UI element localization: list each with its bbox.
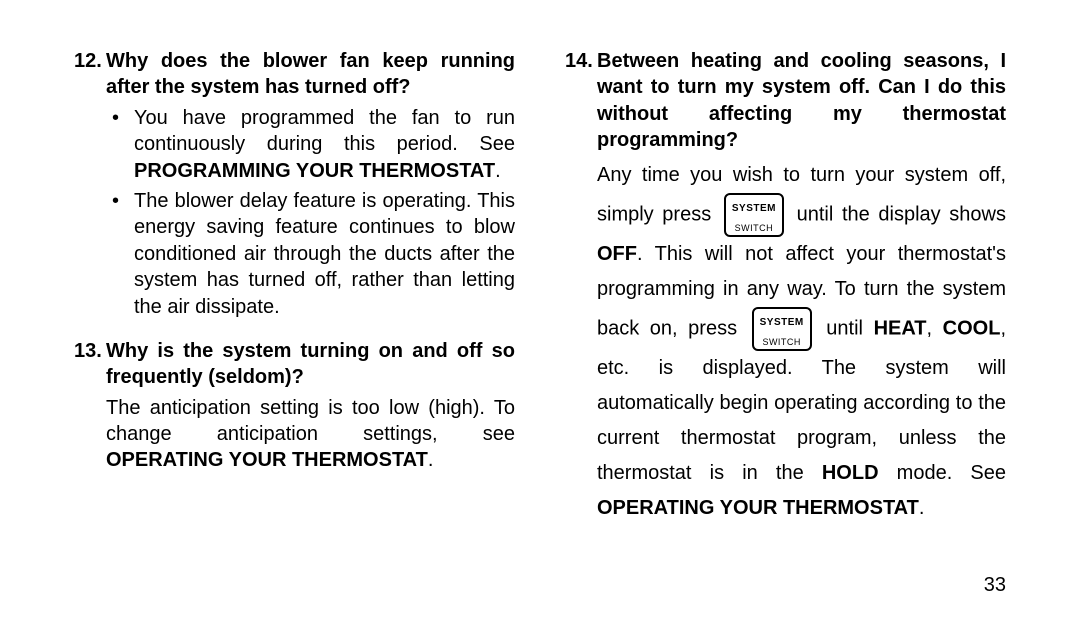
display-mode: HOLD: [822, 462, 879, 484]
answer-text: .: [919, 497, 925, 519]
answer-text: You have programmed the fan to run conti…: [134, 107, 515, 155]
list-item: The blower delay feature is operating. T…: [106, 188, 515, 320]
button-line2: SWITCH: [762, 337, 801, 347]
right-column: 14. Between heating and cooling seasons,…: [565, 48, 1006, 544]
reference-text: PROGRAMMING YOUR THERMOSTAT: [134, 160, 495, 182]
answer-bullets: You have programmed the fan to run conti…: [106, 105, 515, 320]
question-number: 12.: [74, 48, 106, 74]
display-mode: COOL: [943, 317, 1001, 339]
answer-text: mode. See: [879, 462, 1006, 484]
question-number: 14.: [565, 48, 597, 74]
answer-block: The anticipation setting is too low (hig…: [74, 395, 515, 474]
faq-14: 14. Between heating and cooling seasons,…: [565, 48, 1006, 526]
answer-block: You have programmed the fan to run conti…: [74, 105, 515, 320]
answer-text: until the display shows: [788, 203, 1006, 225]
reference-text: OPERATING YOUR THERMOSTAT: [597, 497, 919, 519]
reference-text: OPERATING YOUR THERMOSTAT: [106, 449, 428, 471]
page-content: 12. Why does the blower fan keep running…: [0, 0, 1080, 584]
faq-13: 13. Why is the system turning on and off…: [74, 338, 515, 474]
answer-text: .: [495, 160, 501, 182]
answer-text: .: [428, 449, 434, 471]
page-number: 33: [984, 574, 1006, 597]
list-item: You have programmed the fan to run conti…: [106, 105, 515, 184]
button-line2: SWITCH: [735, 223, 774, 233]
question-number: 13.: [74, 338, 106, 364]
faq-question-row: 14. Between heating and cooling seasons,…: [565, 48, 1006, 154]
faq-12: 12. Why does the blower fan keep running…: [74, 48, 515, 320]
question-text: Why does the blower fan keep running aft…: [106, 48, 515, 101]
faq-question-row: 12. Why does the blower fan keep running…: [74, 48, 515, 101]
system-switch-button-icon: SYSTEM SWITCH: [752, 307, 812, 351]
answer-text: until: [816, 317, 874, 339]
display-mode: HEAT: [874, 317, 927, 339]
question-text: Why is the system turning on and off so …: [106, 338, 515, 391]
answer-text: The blower delay feature is operating. T…: [134, 190, 515, 318]
question-text: Between heating and cooling seasons, I w…: [597, 48, 1006, 154]
answer-text: ,: [927, 317, 943, 339]
button-line1: SYSTEM: [732, 203, 776, 214]
answer-text: The anticipation setting is too low (hig…: [106, 397, 515, 445]
system-switch-button-icon: SYSTEM SWITCH: [724, 193, 784, 237]
left-column: 12. Why does the blower fan keep running…: [74, 48, 515, 544]
button-line1: SYSTEM: [760, 317, 804, 328]
faq-question-row: 13. Why is the system turning on and off…: [74, 338, 515, 391]
answer-block: Any time you wish to turn your system of…: [565, 158, 1006, 526]
display-mode: OFF: [597, 243, 637, 265]
